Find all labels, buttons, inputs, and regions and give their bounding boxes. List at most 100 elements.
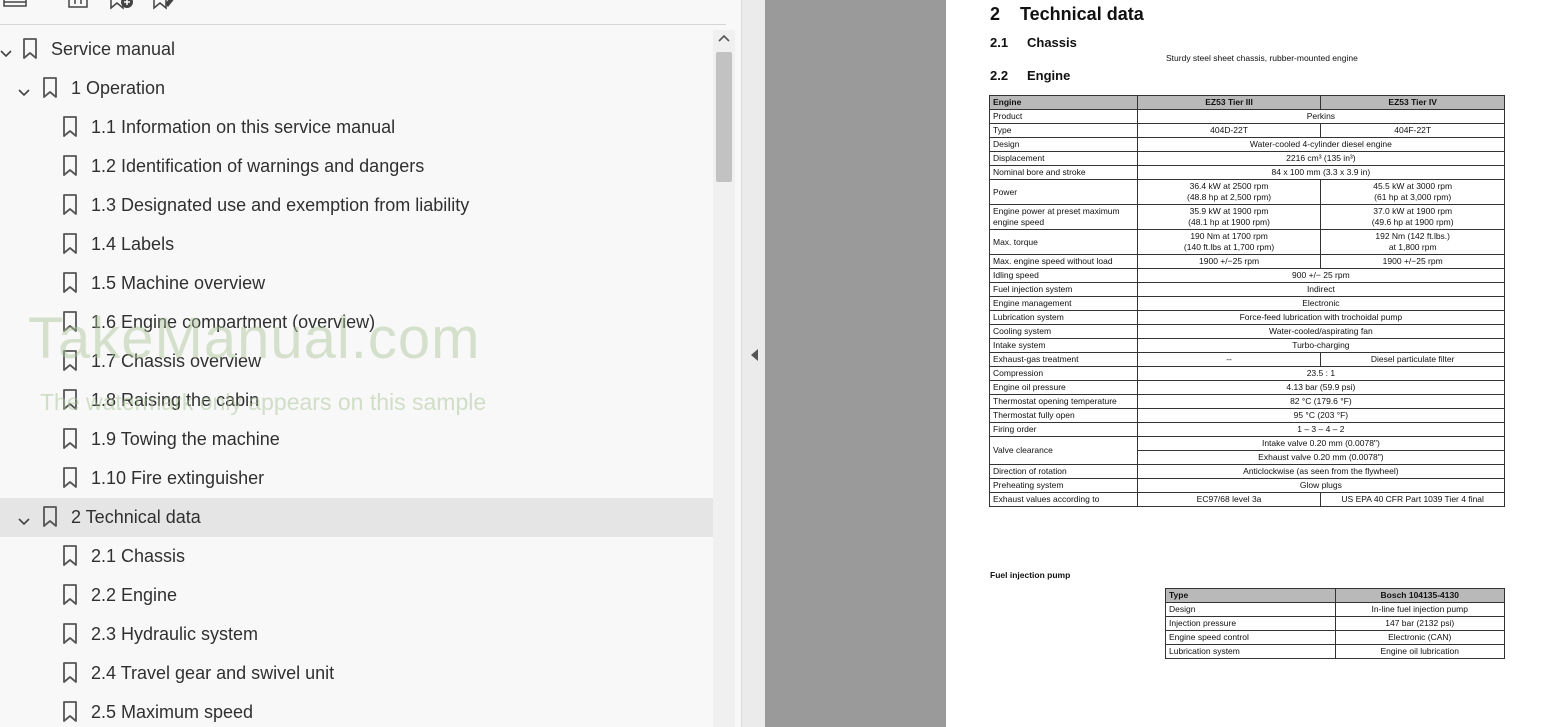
bookmark-item[interactable]: 1.2 Identification of warnings and dange… xyxy=(0,147,713,186)
cell-text: Electronic (CAN) xyxy=(1388,632,1452,642)
table-row: Type 404D-22T 404F-22T xyxy=(989,123,1505,138)
bookmark-item[interactable]: 1.7 Chassis overview xyxy=(0,342,713,381)
bookmark-label: 2.5 Maximum speed xyxy=(91,702,254,722)
cell-text: 95 °C (203 °F) xyxy=(1293,410,1349,420)
bookmark-item[interactable]: 1.6 Engine compartment (overview) xyxy=(0,303,713,342)
add-bookmark-icon[interactable] xyxy=(108,0,134,10)
scroll-thumb[interactable] xyxy=(716,52,732,182)
cell-text: Exhaust values according to xyxy=(993,494,1100,504)
cell-text: EZ53 Tier IV xyxy=(1388,97,1437,107)
cell-text: Exhaust-gas treatment xyxy=(993,354,1079,364)
table-row: Compression 23.5 : 1 xyxy=(989,366,1506,381)
bookmark-icon xyxy=(62,701,78,723)
table-row: Max. torque 190 Nm at 1700 rpm (140 ft.lbs… xyxy=(989,229,1505,255)
table-cell: 45.5 kW at 3000 rpm (61 hp at 3,000 rpm) xyxy=(1320,179,1505,205)
cell-text: -- xyxy=(1226,354,1232,364)
table-row: Thermostat opening temperature 82 °C (179… xyxy=(989,394,1506,409)
cell-text: Lubrication system xyxy=(993,312,1064,322)
cell-text: 1900 +/−25 rpm xyxy=(1199,256,1260,266)
chevron-down-icon[interactable] xyxy=(16,83,32,97)
bookmark-item[interactable]: 2.5 Maximum speed xyxy=(0,693,713,727)
cell-text: Intake system xyxy=(993,340,1046,350)
cell-text: 1 – 3 – 4 – 2 xyxy=(1297,424,1345,434)
bookmark-item[interactable]: Service manual xyxy=(0,30,713,69)
table-cell: Valve clearance xyxy=(989,436,1138,465)
bookmark-item[interactable]: 2.1 Chassis xyxy=(0,537,713,576)
cell-text: Engine oil pressure xyxy=(993,382,1066,392)
bookmark-item[interactable]: 2.2 Engine xyxy=(0,576,713,615)
cell-text: Glow plugs xyxy=(1299,480,1342,490)
cell-text: 45.5 kW at 3000 rpm xyxy=(1373,181,1453,191)
bookmark-item[interactable]: 2.3 Hydraulic system xyxy=(0,615,713,654)
cell-text: (48.1 hp at 1900 rpm) xyxy=(1188,217,1270,227)
engine-title: Engine xyxy=(1027,68,1071,83)
table-cell: Preheating system xyxy=(989,478,1138,493)
table-cell: 84 x 100 mm (3.3 x 3.9 in) xyxy=(1136,165,1506,180)
cell-text: Type xyxy=(993,125,1012,135)
table-cell: 190 Nm at 1700 rpm (140 ft.lbs at 1,700 r… xyxy=(1136,229,1322,255)
bookmark-item[interactable]: 2.4 Travel gear and swivel unit xyxy=(0,654,713,693)
bookmark-item[interactable]: 1.10 Fire extinguisher xyxy=(0,459,713,498)
table-cell: Exhaust-gas treatment xyxy=(989,352,1138,367)
table-row: Displacement 2216 cm³ (135 in³) xyxy=(989,151,1506,166)
bookmark-label: 1 Operation xyxy=(71,78,166,98)
bookmark-item[interactable]: 1.4 Labels xyxy=(0,225,713,264)
chassis-heading: 2.1 Chassis xyxy=(990,35,1077,50)
table-cell: Max. engine speed without load xyxy=(989,254,1138,269)
table-row: Preheating system Glow plugs xyxy=(989,478,1506,493)
chevron-down-icon[interactable] xyxy=(0,44,14,58)
bookmark-item[interactable]: 1.1 Information on this service manual xyxy=(0,108,713,147)
cell-text: Engine management xyxy=(993,298,1072,308)
bookmarks-panel: Service manual 1 Operation 1.1 Information… xyxy=(0,0,741,727)
cell-text: at 1,800 rpm xyxy=(1388,242,1437,252)
table-cell: 1 – 3 – 4 – 2 xyxy=(1136,422,1506,437)
bookmark-label: Service manual xyxy=(51,39,176,59)
bookmark-icon xyxy=(62,467,78,489)
cell-text: In-line fuel injection pump xyxy=(1371,604,1468,614)
bookmark-item[interactable]: 1 Operation xyxy=(0,69,713,108)
bookmark-item[interactable]: 1.9 Towing the machine xyxy=(0,420,713,459)
delete-icon[interactable] xyxy=(65,0,91,10)
cell-text: Engine speed control xyxy=(1169,632,1249,642)
collapse-panel-icon[interactable] xyxy=(749,348,759,362)
cell-text: engine speed xyxy=(993,217,1045,227)
bookmark-label: 1.3 Designated use and exemption from li… xyxy=(91,195,470,215)
cell-text: 147 bar (2132 psi) xyxy=(1385,618,1455,628)
cell-text: Lubrication system xyxy=(1169,646,1240,656)
table-cell: Design xyxy=(989,137,1138,152)
scroll-up-icon[interactable] xyxy=(717,33,731,43)
table-cell: Diesel particulate filter xyxy=(1320,352,1505,367)
panel-splitter[interactable] xyxy=(741,0,765,727)
scrollbar[interactable] xyxy=(713,30,735,727)
bookmark-label: 2.3 Hydraulic system xyxy=(91,624,259,644)
bookmark-item[interactable]: 1.3 Designated use and exemption from li… xyxy=(0,186,713,225)
expand-bookmark-icon[interactable] xyxy=(2,0,28,10)
bookmark-properties-icon[interactable] xyxy=(151,0,177,10)
cell-text: Design xyxy=(1169,604,1196,614)
table-cell: Intake valve 0.20 mm (0.0078") xyxy=(1136,436,1506,451)
table-cell: 1900 +/−25 rpm xyxy=(1320,254,1505,269)
table-cell: Intake system xyxy=(989,338,1138,353)
cell-text: Power xyxy=(993,186,1018,197)
bookmark-item[interactable]: 1.8 Raising the cabin xyxy=(0,381,713,420)
cell-text: 82 °C (179.6 °F) xyxy=(1290,396,1352,406)
chevron-down-icon[interactable] xyxy=(16,512,32,526)
table-cell: Engine speed control xyxy=(1165,630,1336,645)
bookmark-label: 1.4 Labels xyxy=(91,234,175,254)
cell-text: US EPA 40 CFR Part 1039 Tier 4 final xyxy=(1341,494,1484,504)
table-row: Engine speed control Electronic (CAN) xyxy=(1165,630,1505,645)
table-cell: Engine power at preset maximum engine spe… xyxy=(989,204,1138,230)
cell-text: Engine oil lubrication xyxy=(1380,646,1459,656)
bookmark-item[interactable]: 2 Technical data xyxy=(0,498,713,537)
cell-text: Thermostat opening temperature xyxy=(993,396,1117,406)
table-row: Design In-line fuel injection pump xyxy=(1165,602,1505,617)
bookmark-label: 1.1 Information on this service manual xyxy=(91,117,396,137)
table-cell: -- xyxy=(1136,352,1322,367)
cell-text: Intake valve 0.20 mm (0.0078") xyxy=(1261,438,1380,448)
table-row: Exhaust values according to EC97/68 level… xyxy=(989,492,1505,507)
fuel-injection-pump-table: Type Bosch 104135-4130 Design In-line fuel … xyxy=(1165,588,1505,659)
chassis-title: Chassis xyxy=(1027,35,1077,50)
table-cell: Anticlockwise (as seen from the flywheel… xyxy=(1136,464,1506,479)
section-heading: 2 Technical data xyxy=(990,4,1144,25)
bookmark-item[interactable]: 1.5 Machine overview xyxy=(0,264,713,303)
